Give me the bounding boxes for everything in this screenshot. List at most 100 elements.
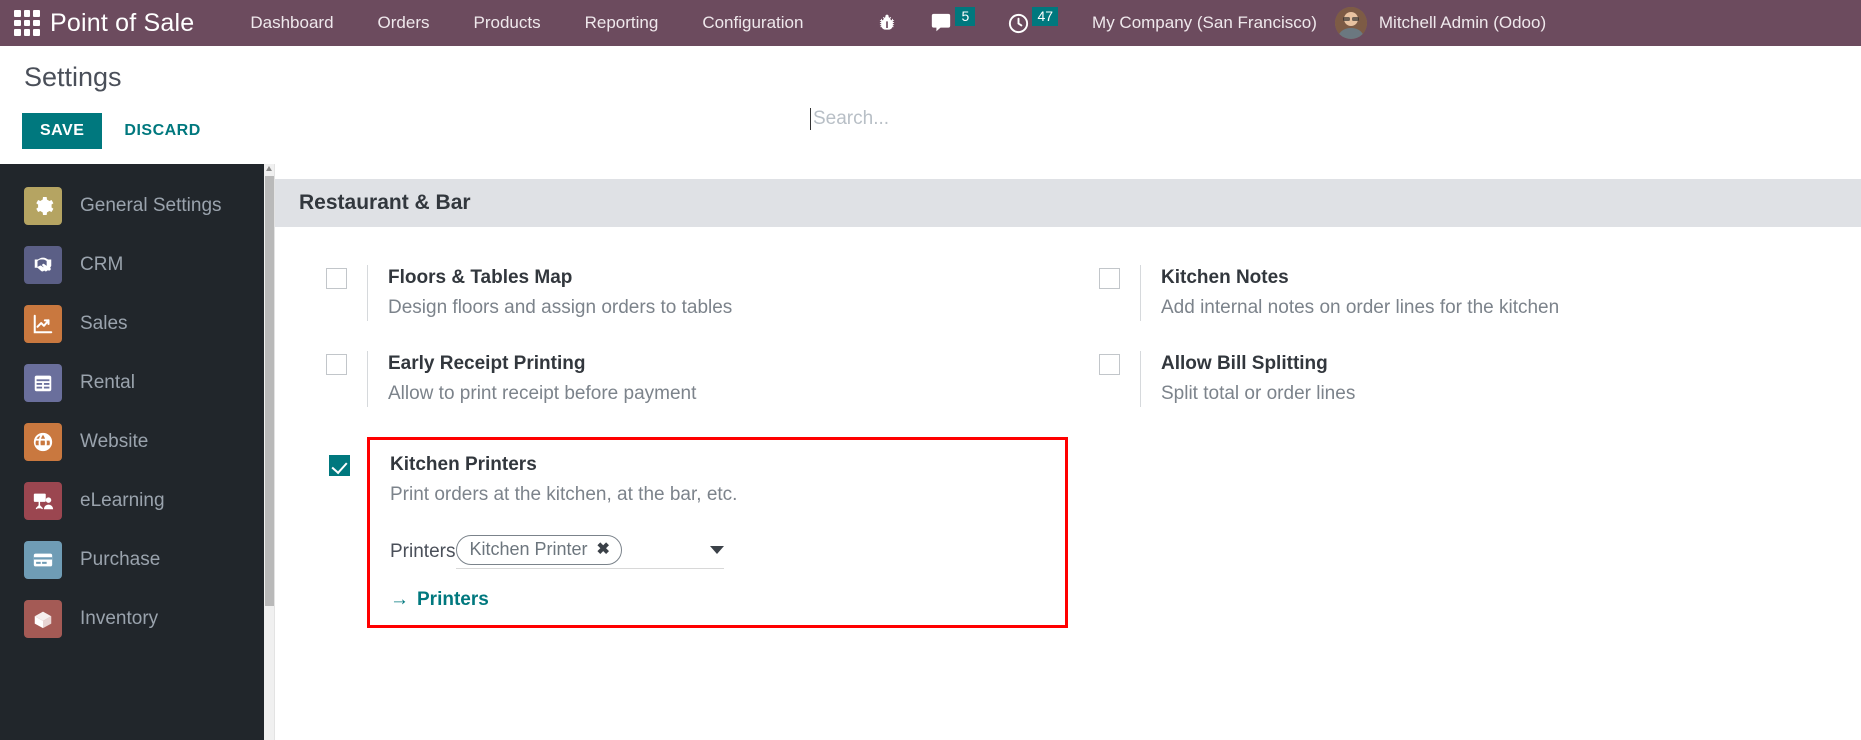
chevron-down-icon[interactable] xyxy=(710,545,725,554)
setting-text: Allow Bill Splitting Split total or orde… xyxy=(1140,351,1356,408)
settings-grid: Floors & Tables Map Design floors and as… xyxy=(275,227,1861,648)
nav-item-reporting[interactable]: Reporting xyxy=(563,0,681,46)
settings-main: Restaurant & Bar Floors & Tables Map Des… xyxy=(264,164,1861,740)
setting-kitchen-notes: Kitchen Notes Add internal notes on orde… xyxy=(1078,265,1861,322)
kitchen-notes-checkbox[interactable] xyxy=(1098,268,1120,289)
printers-field: Printers Kitchen Printer ✖ xyxy=(390,534,737,569)
kitchen-printers-checkbox[interactable] xyxy=(328,455,350,477)
gear-icon xyxy=(24,186,62,225)
checkbox-cell xyxy=(305,265,367,289)
sidebar-item-label: General Settings xyxy=(80,194,222,216)
setting-kitchen-printers: Kitchen Printers Print orders at the kit… xyxy=(328,437,1068,628)
printers-field-label: Printers xyxy=(390,540,456,562)
content-scrollbar[interactable] xyxy=(264,164,275,740)
box-icon xyxy=(24,599,62,638)
setting-text: Floors & Tables Map Design floors and as… xyxy=(367,265,733,322)
sidebar-item-general-settings[interactable]: General Settings xyxy=(0,176,264,235)
sidebar-item-label: Purchase xyxy=(80,548,161,570)
floors-tables-map-checkbox[interactable] xyxy=(325,268,347,289)
page-title: Settings xyxy=(24,62,122,92)
checkbox-cell xyxy=(1078,351,1140,376)
setting-description: Print orders at the kitchen, at the bar,… xyxy=(390,484,738,506)
sidebar-scrollbar[interactable] xyxy=(255,164,264,740)
setting-description: Add internal notes on order lines for th… xyxy=(1161,296,1560,318)
avatar xyxy=(1334,7,1367,39)
arrow-right-icon: → xyxy=(390,588,409,610)
user-name-label: Mitchell Admin (Odoo) xyxy=(1378,13,1547,32)
setting-title: Allow Bill Splitting xyxy=(1161,353,1328,375)
company-switcher[interactable]: My Company (San Francisco) xyxy=(1092,13,1317,33)
search-input[interactable] xyxy=(811,108,1840,130)
top-navbar: Point of Sale Dashboard Orders Products … xyxy=(0,0,1861,46)
settings-column-right: Kitchen Notes Add internal notes on orde… xyxy=(1068,265,1861,648)
setting-allow-bill-splitting: Allow Bill Splitting Split total or orde… xyxy=(1078,351,1861,408)
settings-column-left: Floors & Tables Map Design floors and as… xyxy=(275,265,1068,648)
body: General Settings CRM Sales Rental Websit xyxy=(0,164,1861,740)
scrollbar-thumb[interactable] xyxy=(265,176,274,606)
section-header-restaurant-bar: Restaurant & Bar xyxy=(275,179,1861,227)
messages-counter[interactable]: 5 xyxy=(913,0,991,46)
nav-item-orders[interactable]: Orders xyxy=(356,0,452,46)
sidebar-item-label: Inventory xyxy=(80,607,159,629)
activities-counter[interactable]: 47 xyxy=(991,0,1074,46)
app-brand-title[interactable]: Point of Sale xyxy=(50,9,194,38)
sidebar-item-crm[interactable]: CRM xyxy=(0,235,264,294)
messages-badge-count: 5 xyxy=(955,6,976,26)
setting-title: Kitchen Notes xyxy=(1161,267,1289,288)
calendar-icon xyxy=(24,363,62,402)
globe-icon xyxy=(24,422,62,461)
search-bar xyxy=(810,108,1840,130)
sidebar-item-rental[interactable]: Rental xyxy=(0,353,264,412)
setting-text: Kitchen Printers Print orders at the kit… xyxy=(370,452,737,610)
sidebar-item-label: Rental xyxy=(80,371,135,393)
nav-item-dashboard[interactable]: Dashboard xyxy=(228,0,355,46)
sidebar-item-label: eLearning xyxy=(80,489,165,511)
save-button[interactable]: SAVE xyxy=(22,113,103,149)
internal-link-label: Printers xyxy=(417,588,489,610)
setting-description: Design floors and assign orders to table… xyxy=(388,296,733,318)
printers-tag-input[interactable]: Kitchen Printer ✖ xyxy=(456,534,725,569)
scroll-up-icon[interactable] xyxy=(266,166,272,171)
sidebar-item-elearning[interactable]: eLearning xyxy=(0,471,264,530)
systray: 5 47 xyxy=(861,0,1074,46)
sidebar-item-inventory[interactable]: Inventory xyxy=(0,589,264,648)
setting-floors-tables-map: Floors & Tables Map Design floors and as… xyxy=(305,265,1068,322)
credit-card-icon xyxy=(24,540,62,579)
nav-item-configuration[interactable]: Configuration xyxy=(680,0,825,46)
bug-icon[interactable] xyxy=(861,0,913,46)
setting-text: Kitchen Notes Add internal notes on orde… xyxy=(1140,265,1560,322)
chart-line-icon xyxy=(24,304,62,343)
internal-link-printers[interactable]: → Printers xyxy=(390,589,737,611)
sidebar-item-website[interactable]: Website xyxy=(0,412,264,471)
setting-title: Early Receipt Printing xyxy=(388,353,586,375)
settings-content: Restaurant & Bar Floors & Tables Map Des… xyxy=(275,164,1861,740)
setting-description: Split total or order lines xyxy=(1161,382,1356,404)
sidebar-item-label: CRM xyxy=(80,253,124,275)
tag-kitchen-printer[interactable]: Kitchen Printer ✖ xyxy=(456,534,622,565)
setting-early-receipt-printing: Early Receipt Printing Allow to print re… xyxy=(305,351,1068,408)
close-x-icon[interactable]: ✖ xyxy=(597,539,610,559)
presentation-icon xyxy=(24,481,62,520)
sidebar-item-label: Sales xyxy=(80,312,128,334)
early-receipt-printing-checkbox[interactable] xyxy=(325,354,347,376)
checkbox-cell xyxy=(308,452,370,477)
checkbox-cell xyxy=(305,351,367,376)
setting-text: Early Receipt Printing Allow to print re… xyxy=(367,351,697,408)
setting-title: Kitchen Printers xyxy=(390,454,537,476)
sidebar-item-sales[interactable]: Sales xyxy=(0,294,264,353)
discard-button[interactable]: DISCARD xyxy=(124,122,200,140)
sidebar-item-purchase[interactable]: Purchase xyxy=(0,530,264,589)
control-panel: Settings SAVE DISCARD xyxy=(0,46,1861,164)
setting-description: Allow to print receipt before payment xyxy=(388,382,697,404)
settings-sidebar: General Settings CRM Sales Rental Websit xyxy=(0,164,264,740)
allow-bill-splitting-checkbox[interactable] xyxy=(1098,354,1120,376)
apps-grid-icon[interactable] xyxy=(14,10,40,36)
handshake-icon xyxy=(24,245,62,284)
action-buttons: SAVE DISCARD xyxy=(22,113,201,149)
setting-title: Floors & Tables Map xyxy=(388,267,573,288)
user-menu[interactable]: Mitchell Admin (Odoo) xyxy=(1334,7,1547,39)
activities-badge-count: 47 xyxy=(1032,6,1059,26)
sidebar-item-label: Website xyxy=(80,430,149,452)
nav-item-products[interactable]: Products xyxy=(452,0,563,46)
tag-label: Kitchen Printer xyxy=(469,538,588,559)
